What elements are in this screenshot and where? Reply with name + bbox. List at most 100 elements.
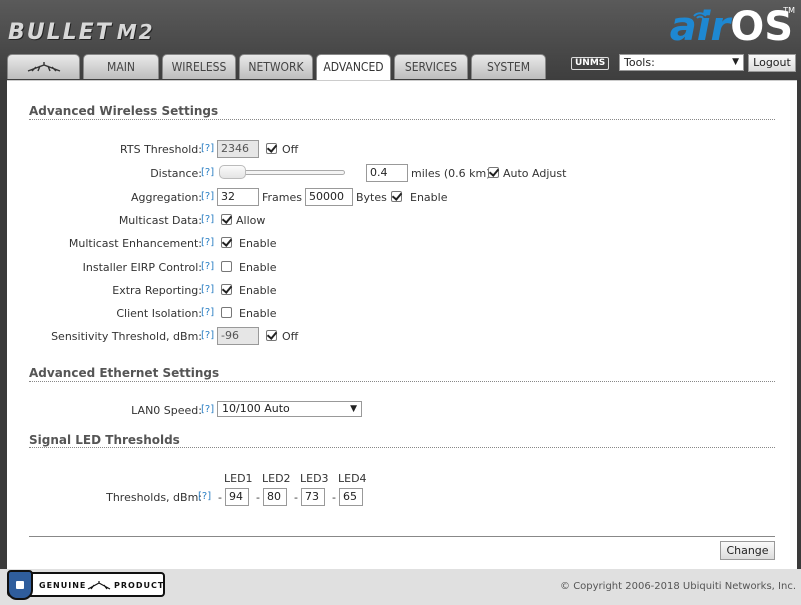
genuine-product-badge: GENUINE PRODUCT: [7, 570, 165, 600]
led-dash: -: [256, 491, 260, 504]
distance-label: Distance:: [150, 167, 202, 180]
rts-threshold-input[interactable]: 2346: [217, 140, 259, 158]
led1-threshold-input[interactable]: 94: [225, 488, 249, 506]
lock-icon: [7, 570, 33, 600]
help-link[interactable]: [?]: [198, 491, 211, 502]
section-divider: [29, 381, 775, 382]
copyright: © Copyright 2006-2018 Ubiquiti Networks,…: [560, 581, 796, 592]
row-client-isolation: Client Isolation: [?] Enable: [7, 304, 797, 324]
client-isolation-enable-label: Enable: [239, 307, 277, 320]
section-title-ethernet: Advanced Ethernet Settings: [29, 366, 220, 380]
bytes-unit: Bytes: [356, 191, 387, 204]
logout-button[interactable]: Logout: [748, 54, 796, 72]
unms-badge[interactable]: UNMS: [571, 57, 610, 70]
help-link[interactable]: [?]: [201, 167, 214, 178]
bullet-m2-logo: BULLET M2: [8, 20, 155, 45]
rts-off-checkbox[interactable]: [266, 143, 277, 154]
tab-network[interactable]: NETWORK: [239, 54, 313, 79]
led3-threshold-input[interactable]: 73: [301, 488, 325, 506]
tab-wireless[interactable]: WIRELESS: [162, 54, 236, 79]
main-tabs: MAIN WIRELESS NETWORK ADVANCED SERVICES …: [7, 54, 546, 80]
sensitivity-threshold-input[interactable]: -96: [217, 327, 259, 345]
section-divider: [29, 119, 775, 120]
installer-eirp-label: Installer EIRP Control:: [82, 261, 202, 274]
client-isolation-label: Client Isolation:: [116, 307, 202, 320]
tab-main[interactable]: MAIN: [83, 54, 159, 79]
help-link[interactable]: [?]: [201, 143, 214, 154]
tab-services[interactable]: SERVICES: [394, 54, 468, 79]
row-lan0-speed: LAN0 Speed: [?] 10/100 Auto ▼: [7, 401, 797, 421]
dropdown-arrow-icon: ▼: [350, 404, 357, 414]
extra-reporting-checkbox[interactable]: [221, 284, 232, 295]
content-panel: Advanced Wireless Settings RTS Threshold…: [7, 80, 797, 569]
led3-header: LED3: [300, 472, 329, 485]
help-link[interactable]: [?]: [201, 214, 214, 225]
airos-logo: airOS TM: [670, 4, 795, 50]
distance-unit: miles (0.6 km): [411, 167, 491, 180]
tab-advanced[interactable]: ADVANCED: [316, 54, 391, 80]
auto-adjust-checkbox[interactable]: [488, 167, 499, 178]
help-link[interactable]: [?]: [201, 307, 214, 318]
led-dash: -: [332, 491, 336, 504]
tools-select-value: Tools:: [624, 56, 655, 69]
lan0-speed-label: LAN0 Speed:: [131, 404, 202, 417]
frames-unit: Frames: [262, 191, 303, 204]
tab-system[interactable]: SYSTEM: [471, 54, 546, 79]
installer-eirp-enable-label: Enable: [239, 261, 277, 274]
model-name: M2: [116, 20, 155, 44]
row-distance: Distance: [?] 0.4 miles (0.6 km) Auto Ad…: [7, 164, 797, 184]
tools-select[interactable]: Tools: ▼: [619, 54, 744, 71]
installer-eirp-checkbox[interactable]: [221, 261, 232, 272]
product-text: PRODUCT: [114, 581, 165, 590]
extra-reporting-label: Extra Reporting:: [112, 284, 202, 297]
row-installer-eirp: Installer EIRP Control: [?] Enable: [7, 258, 797, 278]
tab-ubiquiti-home[interactable]: [7, 54, 80, 79]
aggregation-label: Aggregation:: [130, 191, 202, 204]
aggregation-enable-label: Enable: [410, 191, 448, 204]
row-multicast-enhancement: Multicast Enhancement: [?] Enable: [7, 234, 797, 254]
ubiquiti-logo-icon: [87, 581, 111, 590]
multicast-enhancement-enable-label: Enable: [239, 237, 277, 250]
footer: GENUINE PRODUCT © Copyright 2006-2018 Ub…: [0, 569, 801, 605]
help-link[interactable]: [?]: [201, 330, 214, 341]
ubiquiti-logo-icon: [27, 62, 60, 72]
led4-threshold-input[interactable]: 65: [339, 488, 363, 506]
distance-slider-handle[interactable]: [219, 165, 246, 179]
multicast-enhancement-label: Multicast Enhancement:: [68, 237, 202, 250]
row-led-thresholds: Thresholds, dBm: [?] - 94 - 80 - 73 - 65: [7, 488, 797, 508]
row-multicast-data: Multicast Data: [?] Allow: [7, 211, 797, 231]
multicast-data-label: Multicast Data:: [118, 214, 202, 227]
row-extra-reporting: Extra Reporting: [?] Enable: [7, 281, 797, 301]
lan0-speed-value: 10/100 Auto: [222, 402, 290, 415]
led-dash: -: [294, 491, 298, 504]
help-link[interactable]: [?]: [201, 237, 214, 248]
genuine-text: GENUINE: [39, 581, 87, 590]
change-button[interactable]: Change: [720, 541, 775, 560]
client-isolation-checkbox[interactable]: [221, 307, 232, 318]
sensitivity-off-label: Off: [282, 330, 299, 343]
help-link[interactable]: [?]: [201, 284, 214, 295]
led2-threshold-input[interactable]: 80: [263, 488, 287, 506]
section-divider: [29, 447, 775, 448]
distance-input[interactable]: 0.4: [366, 164, 408, 182]
help-link[interactable]: [?]: [201, 261, 214, 272]
thresholds-label: Thresholds, dBm:: [106, 491, 202, 504]
lan0-speed-select[interactable]: 10/100 Auto ▼: [217, 401, 362, 417]
led-dash: -: [218, 491, 222, 504]
led2-header: LED2: [262, 472, 291, 485]
row-rts-threshold: RTS Threshold: [?] 2346 Off: [7, 140, 797, 160]
multicast-allow-checkbox[interactable]: [221, 214, 232, 225]
aggregation-enable-checkbox[interactable]: [391, 191, 402, 202]
sensitivity-off-checkbox[interactable]: [266, 330, 277, 341]
header: BULLET M2 airOS TM MAIN WIRELESS NETWORK …: [0, 0, 801, 80]
row-aggregation: Aggregation: [?] 32 Frames 50000 Bytes E…: [7, 188, 797, 208]
dropdown-arrow-icon: ▼: [732, 57, 739, 67]
wifi-icon: [693, 12, 707, 19]
multicast-enhancement-checkbox[interactable]: [221, 237, 232, 248]
aggregation-frames-input[interactable]: 32: [217, 188, 259, 206]
extra-reporting-enable-label: Enable: [239, 284, 277, 297]
help-link[interactable]: [?]: [201, 191, 214, 202]
help-link[interactable]: [?]: [201, 404, 214, 415]
auto-adjust-label: Auto Adjust: [503, 167, 567, 180]
aggregation-bytes-input[interactable]: 50000: [305, 188, 353, 206]
